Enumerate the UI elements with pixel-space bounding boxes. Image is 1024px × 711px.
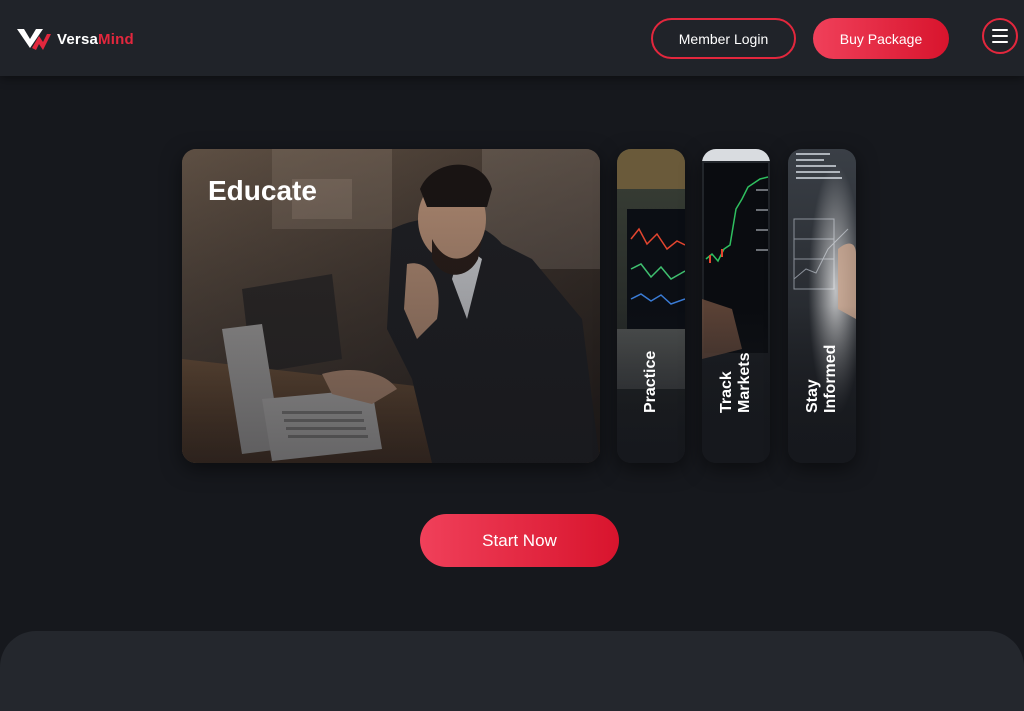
buy-package-button[interactable]: Buy Package xyxy=(813,18,949,59)
brand-name: VersaMind xyxy=(57,31,134,48)
card-track-markets[interactable]: Track Markets xyxy=(702,149,770,463)
label-word: Practice xyxy=(642,350,659,413)
site-header: VersaMind Member Login Buy Package xyxy=(0,0,1024,76)
card-educate[interactable]: Educate xyxy=(182,149,600,463)
member-login-button[interactable]: Member Login xyxy=(651,18,796,59)
bottom-panel xyxy=(0,631,1024,711)
card-stay-informed-label: Stay Informed xyxy=(788,307,856,417)
logo[interactable]: VersaMind xyxy=(17,26,134,52)
card-track-markets-label-wrap: Track Markets xyxy=(702,307,770,417)
brand-name-part2: Mind xyxy=(98,30,134,48)
brand-name-part1: Versa xyxy=(57,30,99,48)
label-word: Informed xyxy=(822,344,839,413)
hamburger-menu-icon[interactable] xyxy=(982,18,1018,54)
vm-logo-icon xyxy=(17,29,51,50)
card-stay-informed-label-wrap: Stay Informed xyxy=(788,307,856,417)
card-practice-label-wrap: Practice xyxy=(617,307,685,417)
label-word: Track xyxy=(718,371,735,413)
card-practice[interactable]: Practice xyxy=(617,149,685,463)
card-practice-label: Practice xyxy=(617,307,685,417)
start-now-button[interactable]: Start Now xyxy=(420,514,619,567)
card-track-markets-label: Track Markets xyxy=(702,307,770,417)
label-word: Stay xyxy=(804,379,821,413)
card-stay-informed[interactable]: Stay Informed xyxy=(788,149,856,463)
label-word: Markets xyxy=(736,352,753,413)
card-educate-title: Educate xyxy=(208,175,317,206)
